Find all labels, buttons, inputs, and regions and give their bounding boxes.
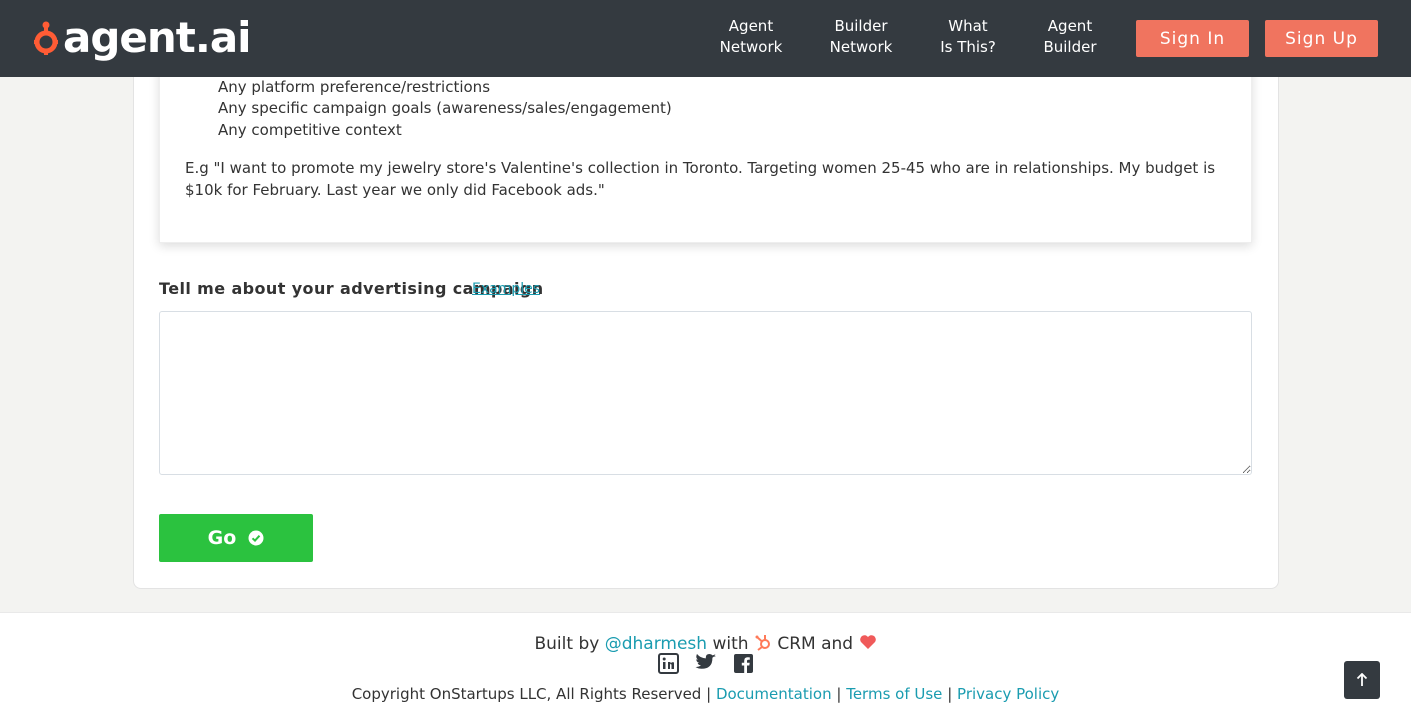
built-by-text: Built by	[534, 634, 600, 654]
top-navbar: agent.ai Agent Network Builder Network W…	[0, 0, 1411, 77]
nav-label: Is This?	[940, 38, 996, 56]
go-button-label: Go	[207, 527, 237, 549]
separator: |	[947, 685, 953, 703]
arrow-up-icon	[1356, 673, 1368, 686]
agent-ai-logo[interactable]: agent.ai	[31, 13, 252, 62]
go-button[interactable]: Go	[159, 514, 313, 562]
crm-text: CRM	[777, 634, 816, 654]
nav-label: What	[948, 17, 988, 35]
terms-of-use-link[interactable]: Terms of Use	[846, 685, 942, 703]
examples-link[interactable]: Examples	[472, 281, 540, 297]
nav-label: Builder	[1043, 38, 1097, 56]
twitter-icon[interactable]	[695, 653, 717, 673]
check-circle-icon	[248, 530, 264, 546]
copyright-line: Copyright OnStartups LLC, All Rights Res…	[0, 685, 1411, 703]
nav-agent-builder[interactable]: Agent Builder	[1034, 16, 1106, 62]
facebook-icon[interactable]	[733, 653, 754, 674]
nav-builder-network[interactable]: Builder Network	[822, 16, 900, 62]
built-by-line: Built by @dharmesh with CRM and	[0, 633, 1411, 654]
heart-icon	[859, 635, 876, 649]
page-footer: Built by @dharmesh with CRM and Copyrigh…	[0, 612, 1411, 720]
example-text: E.g "I want to promote my jewelry store'…	[185, 159, 1216, 199]
description-bullet: Any specific campaign goals (awareness/s…	[218, 99, 672, 117]
documentation-link[interactable]: Documentation	[716, 685, 832, 703]
with-text: with	[712, 634, 749, 654]
separator: |	[836, 685, 842, 703]
privacy-policy-link[interactable]: Privacy Policy	[957, 685, 1059, 703]
logo-text: agent.ai	[63, 13, 252, 62]
nav-label: Agent	[728, 17, 774, 35]
author-link[interactable]: @dharmesh	[605, 634, 707, 654]
campaign-description-input[interactable]	[159, 311, 1252, 475]
scroll-to-top-button[interactable]	[1344, 661, 1380, 699]
nav-label: Agent	[1047, 17, 1093, 35]
hubspot-sprocket-icon	[755, 635, 770, 651]
agent-ai-logo-icon	[34, 21, 58, 55]
nav-what-is-this[interactable]: What Is This?	[930, 16, 1006, 62]
nav-agent-network[interactable]: Agent Network	[712, 16, 790, 62]
nav-label: Builder	[834, 17, 888, 35]
sign-in-button[interactable]: Sign In	[1136, 20, 1249, 57]
copyright-text: Copyright OnStartups LLC, All Rights Res…	[351, 685, 702, 703]
description-bullet: Any competitive context	[218, 121, 402, 139]
linkedin-icon[interactable]	[657, 653, 679, 674]
description-bullet: Any platform preference/restrictions	[218, 78, 491, 96]
sign-up-button[interactable]: Sign Up	[1265, 20, 1378, 57]
nav-label: Network	[719, 38, 783, 56]
nav-label: Network	[829, 38, 893, 56]
separator: |	[706, 685, 712, 703]
social-links	[0, 653, 1411, 674]
and-text: and	[821, 634, 854, 654]
